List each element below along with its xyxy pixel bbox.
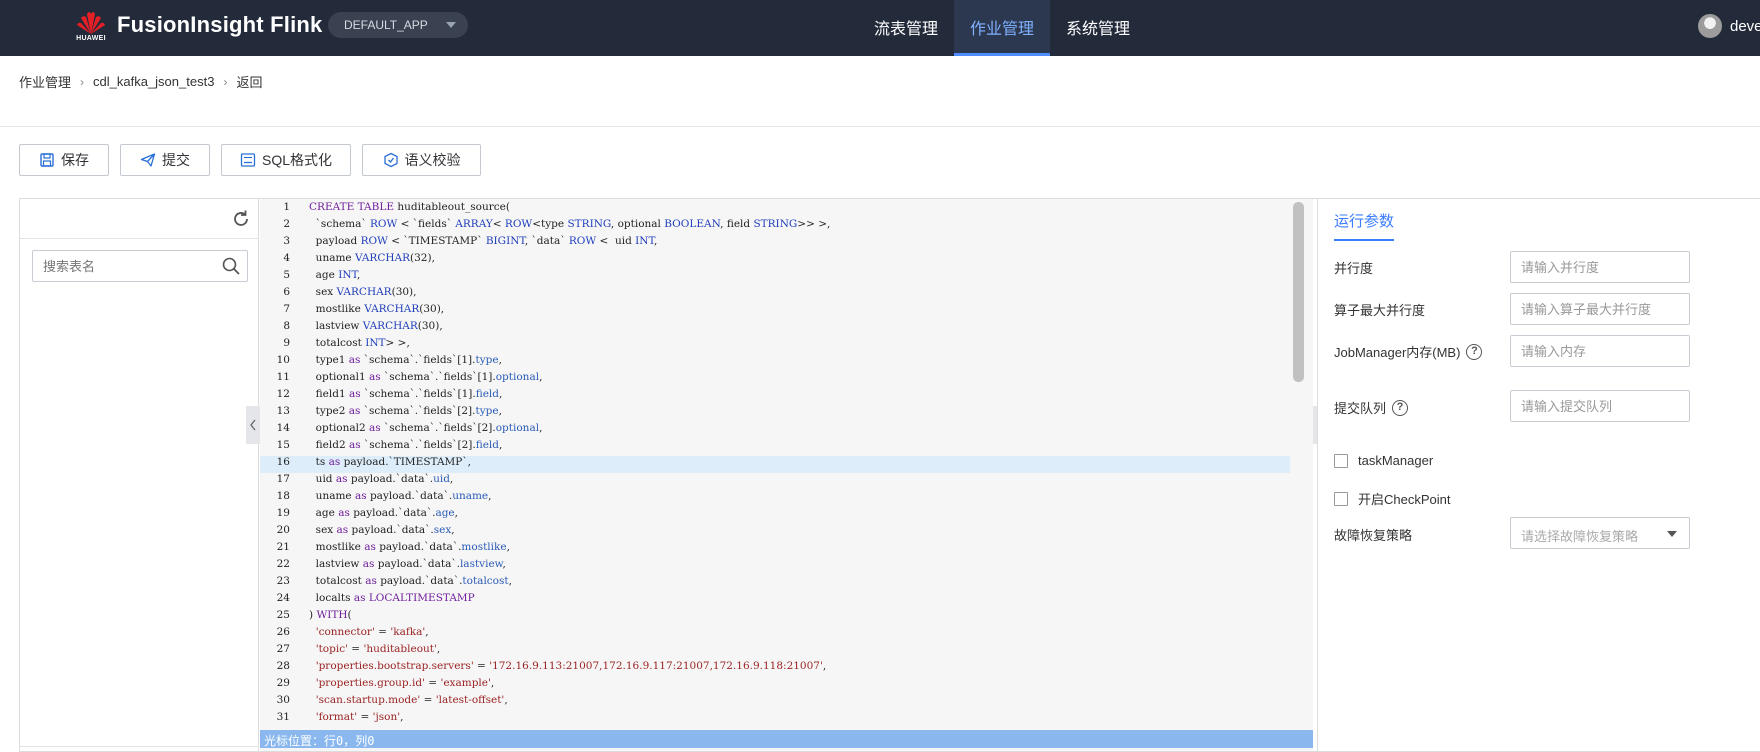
nav-system-management[interactable]: 系统管理 bbox=[1056, 0, 1140, 56]
breadcrumb-separator-icon: › bbox=[80, 74, 85, 89]
cursor-status-bar: 光标位置：行0，列0 bbox=[260, 730, 1313, 748]
submit-icon bbox=[140, 153, 156, 167]
recovery-label-text: 故障恢复策略 bbox=[1334, 528, 1413, 543]
queue-input[interactable] bbox=[1510, 390, 1690, 422]
divider bbox=[20, 746, 259, 747]
task-manager-checkbox[interactable]: taskManager bbox=[1334, 453, 1433, 468]
max-parallelism-input[interactable] bbox=[1510, 293, 1690, 325]
sql-format-button[interactable]: SQL格式化 bbox=[221, 144, 351, 176]
jm-memory-input[interactable] bbox=[1510, 335, 1690, 367]
tab-run-params[interactable]: 运行参数 bbox=[1334, 210, 1395, 241]
nav-stream-table[interactable]: 流表管理 bbox=[864, 0, 948, 56]
search-icon[interactable] bbox=[221, 256, 241, 276]
recovery-strategy-select[interactable]: 请选择故障恢复策略 bbox=[1510, 517, 1690, 549]
top-navigation-bar: HUAWEI FusionInsight Flink DEFAULT_APP 流… bbox=[0, 0, 1760, 56]
max-parallelism-label-text: 算子最大并行度 bbox=[1334, 303, 1426, 318]
recovery-strategy-placeholder: 请选择故障恢复策略 bbox=[1521, 529, 1639, 544]
sql-editor[interactable]: 1 CREATE TABLE huditableout_source( 2 `sc… bbox=[260, 199, 1313, 751]
semantic-check-button[interactable]: 语义校验 bbox=[362, 144, 481, 176]
save-button-label: 保存 bbox=[61, 152, 89, 168]
huawei-logo-icon: HUAWEI bbox=[72, 8, 110, 46]
breadcrumb-separator-icon: › bbox=[223, 74, 228, 89]
save-icon bbox=[40, 153, 54, 167]
submit-button[interactable]: 提交 bbox=[120, 144, 210, 176]
breadcrumb-job-management[interactable]: 作业管理 bbox=[19, 72, 71, 91]
chevron-down-icon bbox=[446, 22, 456, 28]
breadcrumb-back[interactable]: 返回 bbox=[236, 72, 262, 91]
avatar[interactable] bbox=[1698, 14, 1722, 38]
task-manager-label: taskManager bbox=[1358, 453, 1434, 468]
max-parallelism-label: 算子最大并行度 bbox=[1334, 300, 1425, 319]
refresh-icon[interactable] bbox=[230, 208, 252, 230]
parallelism-label-text: 并行度 bbox=[1334, 261, 1374, 276]
submit-button-label: 提交 bbox=[162, 152, 190, 168]
current-line: 16 ts as payload.`TIMESTAMP`, bbox=[260, 456, 1290, 473]
format-icon bbox=[240, 153, 256, 167]
chevron-left-icon[interactable] bbox=[246, 406, 260, 444]
jm-memory-label-text: JobManager内存(MB) bbox=[1334, 345, 1461, 360]
queue-label-text: 提交队列 bbox=[1334, 401, 1387, 416]
divider bbox=[20, 238, 259, 239]
help-icon[interactable]: ? bbox=[1392, 399, 1409, 416]
app-selector[interactable]: DEFAULT_APP bbox=[328, 12, 468, 38]
parallelism-label: 并行度 bbox=[1334, 258, 1373, 277]
chevron-down-icon bbox=[1667, 531, 1677, 537]
semantic-check-button-label: 语义校验 bbox=[404, 152, 461, 168]
huawei-logo-text: HUAWEI bbox=[76, 35, 106, 42]
user-name[interactable]: deve bbox=[1730, 18, 1760, 35]
checkpoint-checkbox[interactable]: 开启CheckPoint bbox=[1334, 489, 1450, 508]
search-input[interactable] bbox=[43, 259, 213, 274]
save-button[interactable]: 保存 bbox=[19, 144, 109, 176]
breadcrumb-job-name[interactable]: cdl_kafka_json_test3 bbox=[93, 74, 214, 89]
recovery-label: 故障恢复策略 bbox=[1334, 525, 1412, 544]
parallelism-input[interactable] bbox=[1510, 251, 1690, 283]
checkbox-box[interactable] bbox=[1334, 491, 1348, 506]
app-selector-value: DEFAULT_APP bbox=[344, 18, 428, 32]
help-icon[interactable]: ? bbox=[1466, 343, 1483, 360]
queue-label: 提交队列? bbox=[1334, 398, 1409, 417]
breadcrumb: 作业管理 › cdl_kafka_json_test3 › 返回 bbox=[19, 72, 262, 91]
validate-icon bbox=[383, 152, 398, 168]
jm-memory-label: JobManager内存(MB)? bbox=[1334, 342, 1483, 361]
checkbox-box[interactable] bbox=[1334, 453, 1348, 468]
editor-scrollbar[interactable] bbox=[1293, 202, 1304, 382]
divider bbox=[0, 126, 1760, 127]
table-search-field bbox=[32, 250, 248, 282]
brand-name: FusionInsight Flink bbox=[117, 12, 323, 37]
checkpoint-label: 开启CheckPoint bbox=[1358, 492, 1451, 507]
sql-format-button-label: SQL格式化 bbox=[261, 152, 332, 168]
nav-job-management[interactable]: 作业管理 bbox=[954, 0, 1050, 56]
